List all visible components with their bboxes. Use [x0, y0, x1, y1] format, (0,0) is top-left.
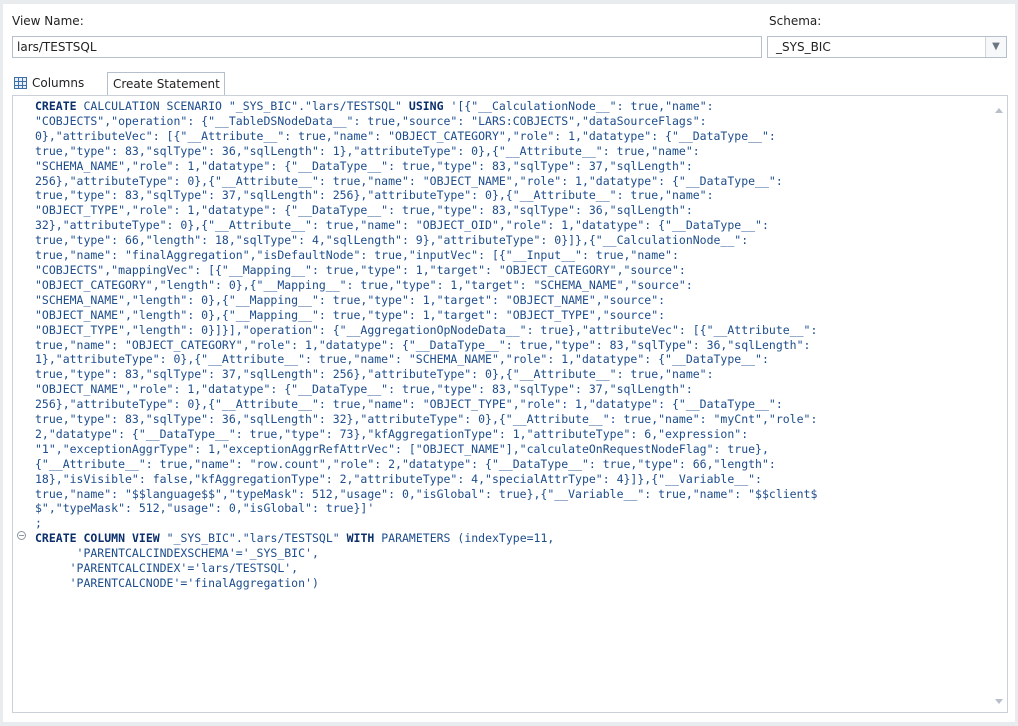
code-line: {"__Attribute__": true,"name": "row.coun…	[35, 457, 776, 471]
schema-value: _SYS_BIC	[776, 40, 831, 54]
code-text: true,"name": "finalAggregation","isDefau…	[35, 248, 679, 263]
code-line: "OBJECT_NAME","length": 0},{"__Mapping__…	[35, 308, 665, 322]
code-text: "SCHEMA_NAME","role": 1,"datatype": {"__…	[35, 158, 693, 173]
code-line: "OBJECT_CATEGORY","length": 0},{"__Mappi…	[35, 278, 693, 292]
code-line: true,"name": "finalAggregation","isDefau…	[35, 248, 679, 262]
code-line: 2,"datatype": {"__DataType__": true,"typ…	[35, 427, 748, 441]
tab-columns[interactable]: Columns	[12, 72, 104, 96]
code-text: 0},"attributeVec": [{"__Attribute__": tr…	[35, 128, 776, 143]
code-line: true,"type": 83,"sqlType": 37,"sqlLength…	[35, 367, 714, 381]
code-text: "OBJECT_NAME","length": 0},{"__Mapping__…	[35, 307, 666, 322]
code-line: "OBJECT_TYPE","role": 1,"datatype": {"__…	[35, 203, 693, 217]
code-text: $","typeMask": 512,"usage": 0,"isGlobal"…	[35, 501, 375, 516]
view-name-label: View Name:	[12, 14, 84, 28]
code-text: "OBJECT_NAME","role": 1,"datatype": {"__…	[35, 382, 693, 397]
code-text: 'PARENTCALCINDEXSCHEMA'='_SYS_BIC',	[35, 546, 319, 561]
window-frame-top	[0, 0, 1018, 4]
tab-create-statement-label: Create Statement	[113, 77, 220, 91]
code-text: true,"type": 83,"sqlType": 37,"sqlLength…	[35, 367, 714, 382]
code-line: 18},"isVisible": false,"kfAggregationTyp…	[35, 472, 762, 486]
code-text: 'PARENTCALCNODE'='finalAggregation')	[35, 576, 319, 590]
code-text: "SCHEMA_NAME","length": 0},{"__Mapping__…	[35, 292, 666, 307]
tab-columns-label: Columns	[32, 76, 85, 90]
code-line: "SCHEMA_NAME","length": 0},{"__Mapping__…	[35, 293, 665, 307]
window-frame-left	[0, 0, 3, 726]
code-line: "COBJECTS","operation": {"__TableDSNodeD…	[35, 114, 707, 128]
code-text: 256},"attributeType": 0},{"__Attribute__…	[35, 397, 783, 412]
code-line: true,"name": "$$language$$","typeMask": …	[35, 487, 817, 501]
code-line: "1","exceptionAggrType": 1,"exceptionAgg…	[35, 442, 769, 456]
grid-icon	[14, 77, 27, 89]
create-statement-code[interactable]: CREATE CALCULATION SCENARIO "_SYS_BIC"."…	[35, 99, 985, 591]
code-text: "_SYS_BIC"."lars/TESTSQL"	[159, 531, 347, 546]
code-text: true,"type": 83,"sqlType": 36,"sqlLength…	[35, 412, 818, 427]
code-text: true,"type": 83,"sqlType": 37,"sqlLength…	[35, 188, 714, 203]
code-line: CREATE COLUMN VIEW "_SYS_BIC"."lars/TEST…	[35, 531, 554, 545]
sql-keyword: WITH	[346, 531, 375, 546]
code-line: $","typeMask": 512,"usage": 0,"isGlobal"…	[35, 501, 374, 515]
code-line: 32},"attributeType": 0},{"__Attribute__"…	[35, 218, 769, 232]
schema-label: Schema:	[769, 14, 822, 28]
code-text: {"__Attribute__": true,"name": "row.coun…	[35, 456, 776, 471]
sql-keyword: CREATE	[35, 99, 77, 113]
code-text: true,"type": 83,"sqlType": 36,"sqlLength…	[35, 143, 700, 158]
sql-keyword: USING	[408, 99, 444, 113]
code-text: CALCULATION SCENARIO "_SYS_BIC"."lars/TE…	[76, 99, 409, 113]
code-text: true,"type": 66,"length": 18,"sqlType": …	[35, 233, 749, 248]
sql-keyword: COLUMN	[83, 531, 126, 546]
code-text: 1},"attributeType": 0},{"__Attribute__":…	[35, 352, 769, 367]
code-line: "OBJECT_TYPE","length": 0}]}],"operation…	[35, 323, 817, 337]
code-text: 'PARENTCALCINDEX'='lars/TESTSQL',	[35, 561, 299, 576]
chevron-down-icon[interactable]: ▼	[985, 37, 1006, 57]
code-text: "OBJECT_TYPE","role": 1,"datatype": {"__…	[35, 203, 693, 218]
tab-create-statement[interactable]: Create Statement	[107, 72, 225, 96]
code-line: "OBJECT_NAME","role": 1,"datatype": {"__…	[35, 382, 693, 396]
code-line: ;	[35, 516, 42, 530]
code-text: true,"name": "OBJECT_CATEGORY","role": 1…	[35, 337, 811, 352]
code-line: true,"type": 66,"length": 18,"sqlType": …	[35, 233, 748, 247]
code-text: '[{"__CalculationNode__": true,"name":	[443, 99, 714, 113]
code-text: "COBJECTS","operation": {"__TableDSNodeD…	[35, 113, 707, 128]
sql-editor[interactable]: − CREATE CALCULATION SCENARIO "_SYS_BIC"…	[12, 95, 1008, 713]
code-line: true,"type": 83,"sqlType": 37,"sqlLength…	[35, 188, 714, 202]
code-text: "1","exceptionAggrType": 1,"exceptionAgg…	[35, 441, 769, 456]
code-line: 256},"attributeType": 0},{"__Attribute__…	[35, 174, 783, 188]
scroll-down-icon[interactable]	[995, 699, 1003, 704]
code-text: "OBJECT_TYPE","length": 0}]}],"operation…	[35, 322, 818, 337]
code-line: 'PARENTCALCNODE'='finalAggregation')	[35, 576, 319, 590]
schema-dropdown[interactable]: _SYS_BIC ▼	[767, 36, 1007, 58]
view-name-field[interactable]: lars/TESTSQL	[12, 36, 762, 58]
vertical-scrollbar[interactable]	[991, 96, 1007, 712]
code-line: 'PARENTCALCINDEXSCHEMA'='_SYS_BIC',	[35, 546, 319, 560]
code-text: ;	[35, 516, 42, 531]
code-line: true,"type": 83,"sqlType": 36,"sqlLength…	[35, 412, 817, 426]
scroll-up-icon[interactable]	[995, 108, 1003, 113]
code-text: PARAMETERS (indexType=11,	[374, 531, 555, 546]
code-line: true,"name": "OBJECT_CATEGORY","role": 1…	[35, 338, 810, 352]
code-text: true,"name": "$$language$$","typeMask": …	[35, 486, 818, 501]
sql-keyword: CREATE	[35, 531, 77, 546]
code-line: 0},"attributeVec": [{"__Attribute__": tr…	[35, 129, 776, 143]
code-line: true,"type": 83,"sqlType": 36,"sqlLength…	[35, 144, 700, 158]
window-frame-bottom	[0, 722, 1018, 726]
code-text: "COBJECTS","mappingVec": [{"__Mapping__"…	[35, 262, 686, 277]
code-text: "OBJECT_CATEGORY","length": 0},{"__Mappi…	[35, 277, 693, 292]
code-line: "COBJECTS","mappingVec": [{"__Mapping__"…	[35, 263, 686, 277]
sql-keyword: VIEW	[131, 531, 160, 546]
code-text: 18},"isVisible": false,"kfAggregationTyp…	[35, 471, 762, 486]
code-line: 1},"attributeType": 0},{"__Attribute__":…	[35, 352, 769, 366]
code-text: 2,"datatype": {"__DataType__": true,"typ…	[35, 426, 749, 441]
code-text: 256},"attributeType": 0},{"__Attribute__…	[35, 173, 783, 188]
code-line: CREATE CALCULATION SCENARIO "_SYS_BIC"."…	[35, 99, 714, 113]
fold-collapse-icon[interactable]: −	[17, 531, 26, 540]
code-line: "SCHEMA_NAME","role": 1,"datatype": {"__…	[35, 159, 693, 173]
code-line: 256},"attributeType": 0},{"__Attribute__…	[35, 397, 783, 411]
code-text: 32},"attributeType": 0},{"__Attribute__"…	[35, 218, 769, 233]
code-line: 'PARENTCALCINDEX'='lars/TESTSQL',	[35, 561, 299, 576]
